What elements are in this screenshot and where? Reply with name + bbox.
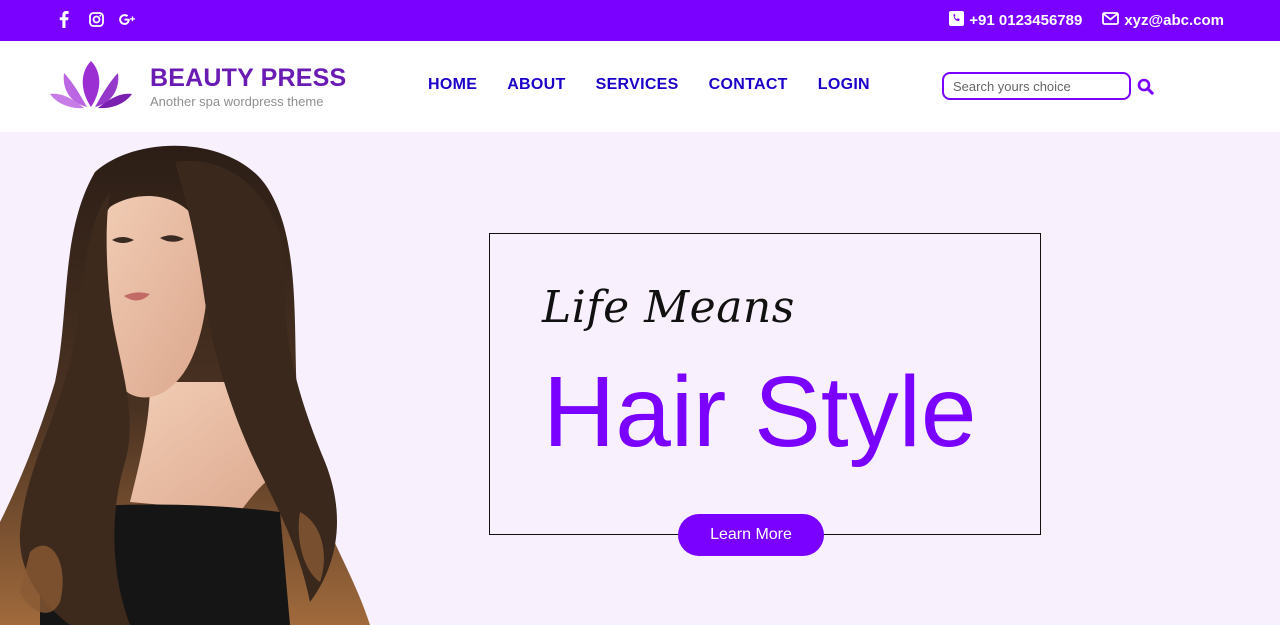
top-bar: +91 0123456789 xyz@abc.com (0, 0, 1280, 41)
search-input[interactable] (942, 72, 1131, 100)
site-header: BEAUTY PRESS Another spa wordpress theme… (0, 41, 1280, 132)
email-address: xyz@abc.com (1124, 12, 1224, 29)
logo[interactable]: BEAUTY PRESS Another spa wordpress theme (50, 59, 346, 114)
instagram-icon[interactable] (87, 10, 105, 28)
nav-login[interactable]: LOGIN (818, 76, 870, 94)
main-nav: HOME ABOUT SERVICES CONTACT LOGIN (428, 76, 870, 94)
nav-services[interactable]: SERVICES (596, 76, 679, 94)
phone-icon (949, 11, 965, 30)
nav-contact[interactable]: CONTACT (709, 76, 788, 94)
brand-name: BEAUTY PRESS (150, 64, 347, 92)
contact-info: +91 0123456789 xyz@abc.com (949, 11, 1224, 30)
lotus-logo-icon (50, 59, 132, 114)
model-photo (0, 145, 370, 625)
hero-script-text: Life Means (542, 282, 795, 333)
hero-frame: Life Means Hair Style (489, 233, 1041, 535)
phone-number: +91 0123456789 (969, 12, 1083, 29)
hero-banner: Life Means Hair Style Learn More (0, 132, 1280, 625)
nav-about[interactable]: ABOUT (507, 76, 565, 94)
brand-text: BEAUTY PRESS Another spa wordpress theme (150, 64, 346, 109)
envelope-icon (1102, 12, 1120, 29)
phone-link[interactable]: +91 0123456789 (949, 11, 1082, 30)
google-plus-icon[interactable] (119, 10, 137, 28)
facebook-icon[interactable] (55, 10, 73, 28)
search-box (942, 72, 1155, 100)
brand-tagline: Another spa wordpress theme (150, 94, 324, 109)
email-link[interactable]: xyz@abc.com (1102, 12, 1224, 29)
search-icon[interactable] (1135, 76, 1155, 96)
hero-headline: Hair Style (543, 356, 977, 468)
learn-more-button[interactable]: Learn More (678, 514, 824, 556)
social-links (55, 10, 137, 28)
nav-home[interactable]: HOME (428, 76, 477, 94)
